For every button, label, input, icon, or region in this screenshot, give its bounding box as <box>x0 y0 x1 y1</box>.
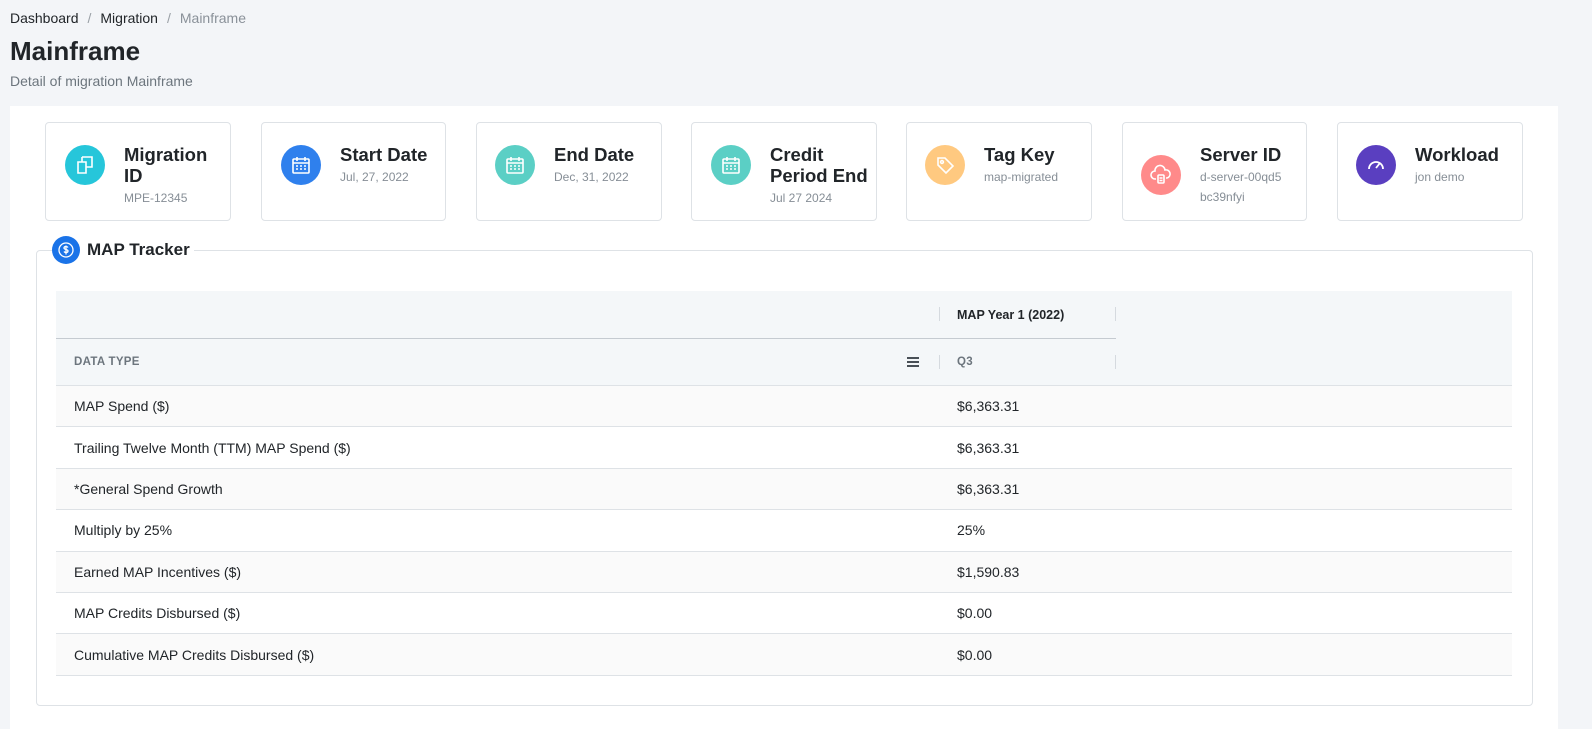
server-id-card: Server ID d-server-00qd5bc39nfyi <box>1122 122 1307 221</box>
card-value: map-migrated <box>984 170 1059 184</box>
cell-data-type: Multiply by 25% <box>74 522 173 539</box>
column-header-data-type[interactable]: DATA TYPE <box>74 356 140 368</box>
cell-q3: 25% <box>957 522 986 539</box>
cell-data-type: Trailing Twelve Month (TTM) MAP Spend ($… <box>74 439 351 456</box>
gauge-icon <box>1356 145 1396 185</box>
breadcrumb: Dashboard / Migration / Mainframe <box>10 10 246 26</box>
column-separator <box>939 355 940 369</box>
column-header-q3[interactable]: Q3 <box>957 356 973 368</box>
card-value: Jul, 27, 2022 <box>340 170 409 184</box>
map-tracker-table: MAP Year 1 (2022) DATA TYPE Q3 MAP Spend… <box>56 291 1512 676</box>
end-date-card: End Date Dec, 31, 2022 <box>476 122 662 221</box>
map-tracker-header: MAP Tracker <box>52 236 194 264</box>
table-row: Multiply by 25% 25% <box>56 510 1512 552</box>
card-value: MPE-12345 <box>124 191 188 205</box>
cloud-server-icon <box>1141 155 1181 195</box>
card-title: Credit Period End <box>770 144 868 186</box>
cell-data-type: *General Spend Growth <box>74 480 223 497</box>
cell-data-type: Earned MAP Incentives ($) <box>74 563 242 580</box>
card-title: Migration ID <box>124 144 208 186</box>
tag-key-card: Tag Key map-migrated <box>906 122 1092 221</box>
page-title: Mainframe <box>10 36 141 66</box>
column-separator <box>1115 355 1116 369</box>
group-divider <box>56 338 1116 339</box>
card-title: Tag Key <box>984 144 1055 165</box>
dollar-coin-icon <box>52 236 80 264</box>
breadcrumb-current: Mainframe <box>179 10 247 26</box>
cell-data-type: Cumulative MAP Credits Disbursed ($) <box>74 646 315 663</box>
card-value: jon demo <box>1415 170 1465 184</box>
breadcrumb-separator: / <box>166 10 171 26</box>
cell-q3: $6,363.31 <box>957 398 1020 415</box>
cell-data-type: MAP Credits Disbursed ($) <box>74 605 241 622</box>
column-menu-icon[interactable] <box>907 357 919 367</box>
card-value: Dec, 31, 2022 <box>554 170 629 184</box>
breadcrumb-dashboard[interactable]: Dashboard <box>10 10 79 26</box>
table-row: *General Spend Growth $6,363.31 <box>56 468 1512 511</box>
migration-id-card: Migration ID MPE-12345 <box>45 122 231 221</box>
column-separator <box>1115 307 1116 321</box>
card-title: Server ID <box>1200 144 1282 165</box>
cell-q3: $0.00 <box>957 646 993 663</box>
table-row: Trailing Twelve Month (TTM) MAP Spend ($… <box>56 427 1512 469</box>
card-title: Workload <box>1415 144 1499 165</box>
column-separator <box>939 307 940 321</box>
breadcrumb-separator: / <box>87 10 92 26</box>
calendar-icon <box>281 145 321 185</box>
start-date-card: Start Date Jul, 27, 2022 <box>261 122 446 221</box>
map-tracker-title: MAP Tracker <box>87 240 190 259</box>
table-row: Earned MAP Incentives ($) $1,590.83 <box>56 551 1512 593</box>
cell-q3: $6,363.31 <box>957 439 1020 456</box>
table-row: MAP Spend ($) $6,363.31 <box>56 386 1512 428</box>
table-row: Cumulative MAP Credits Disbursed ($) $0.… <box>56 634 1512 676</box>
breadcrumb-migration[interactable]: Migration <box>100 10 158 26</box>
calendar-icon <box>495 145 535 185</box>
calendar-icon <box>711 145 751 185</box>
card-title: End Date <box>554 144 635 165</box>
cell-q3: $6,363.31 <box>957 480 1020 497</box>
table-row: MAP Credits Disbursed ($) $0.00 <box>56 593 1512 635</box>
cell-q3: $1,590.83 <box>957 563 1020 580</box>
credit-period-end-card: Credit Period End Jul 27 2024 <box>691 122 877 221</box>
cell-q3: $0.00 <box>957 605 993 622</box>
page-subtitle: Detail of migration Mainframe <box>10 73 193 89</box>
card-title: Start Date <box>340 144 428 165</box>
copy-icon <box>65 145 105 185</box>
card-value: d-server-00qd5bc39nfyi <box>1200 170 1282 204</box>
card-value: Jul 27 2024 <box>770 191 833 205</box>
group-header-map-year-1: MAP Year 1 (2022) <box>957 308 1065 322</box>
table-header: MAP Year 1 (2022) DATA TYPE Q3 <box>56 291 1512 386</box>
workload-card: Workload jon demo <box>1337 122 1523 221</box>
tag-icon <box>925 145 965 185</box>
cell-data-type: MAP Spend ($) <box>74 398 170 415</box>
